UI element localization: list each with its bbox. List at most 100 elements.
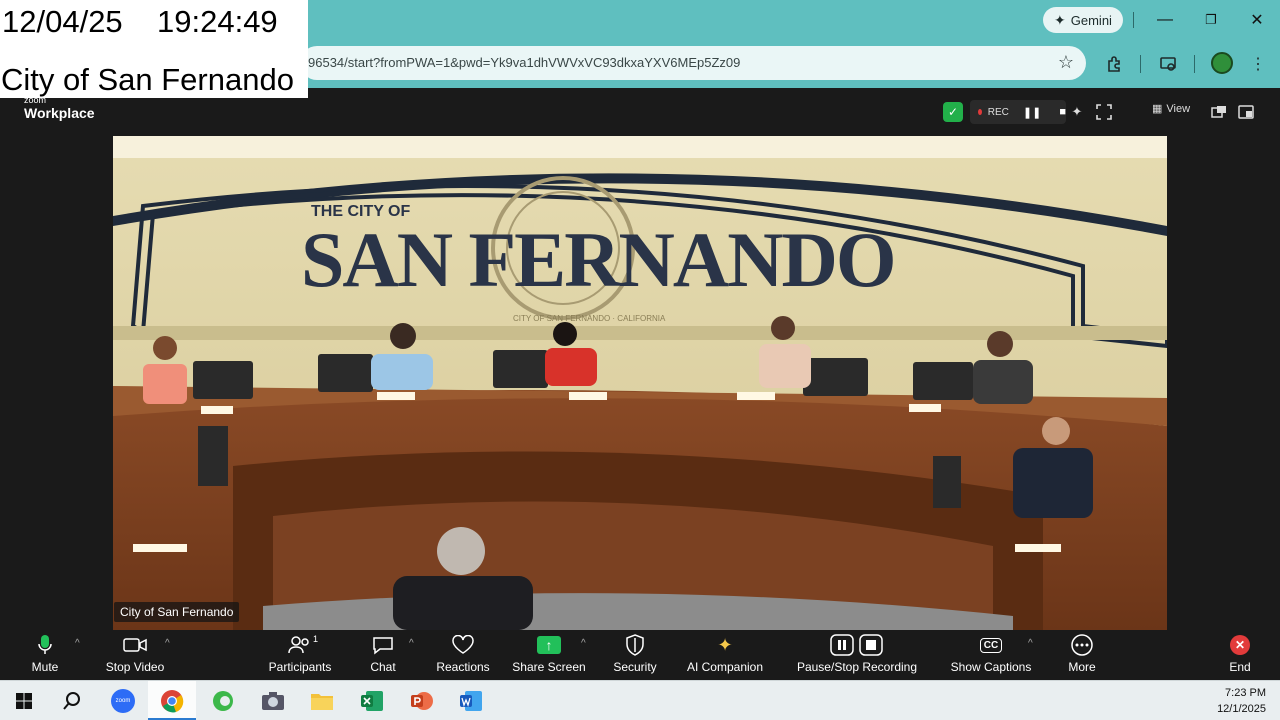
share-screen-label: Share Screen [512, 660, 586, 674]
chat-button[interactable]: Chat [368, 632, 398, 678]
video-options-chevron-icon[interactable]: ^ [165, 638, 170, 649]
chat-icon [372, 632, 394, 658]
rec-dot-icon [978, 109, 982, 115]
end-x-icon: ✕ [1230, 632, 1250, 658]
captions-options-chevron-icon[interactable]: ^ [1028, 638, 1033, 649]
gemini-button[interactable]: ✦ Gemini [1043, 7, 1123, 33]
toolbar-divider-2 [1194, 55, 1195, 73]
stop-video-button[interactable]: Stop Video [102, 632, 168, 678]
overlay-city: City of San Fernando [1, 62, 294, 97]
ai-sparkle-icon[interactable]: ✦ [1067, 102, 1087, 122]
camera-icon[interactable] [260, 688, 286, 714]
reactions-label: Reactions [436, 660, 490, 674]
show-captions-label: Show Captions [950, 660, 1032, 674]
pip-icon[interactable] [1209, 102, 1229, 122]
council-chamber-scene: THE CITY OF SAN FERNANDO CITY OF SAN FER… [113, 136, 1167, 630]
close-icon: ✕ [1250, 12, 1264, 29]
system-clock[interactable]: 7:23 PM 12/1/2025 [1217, 685, 1266, 717]
heart-icon [451, 632, 475, 658]
security-label: Security [613, 660, 657, 674]
stop-recording-icon[interactable]: ■ [1059, 106, 1066, 118]
excel-icon[interactable] [359, 688, 385, 714]
reactions-button[interactable]: Reactions [434, 632, 492, 678]
show-captions-button[interactable]: CC Show Captions [948, 632, 1034, 678]
mute-button[interactable]: Mute [28, 632, 62, 678]
chat-label: Chat [370, 660, 396, 674]
pause-recording-icon[interactable]: ❚❚ [1023, 106, 1041, 119]
file-explorer-icon[interactable] [309, 688, 335, 714]
more-button[interactable]: More [1064, 632, 1100, 678]
gemini-label: Gemini [1070, 12, 1112, 28]
security-shield-icon [625, 632, 645, 658]
mute-label: Mute [31, 660, 59, 674]
more-dots-icon [1070, 632, 1094, 658]
microphone-icon [38, 632, 52, 658]
close-window-button[interactable]: ✕ [1237, 6, 1277, 34]
pause-stop-recording-icon [829, 632, 885, 658]
chrome-icon[interactable] [159, 688, 185, 714]
titlebar-divider [1133, 12, 1134, 28]
participant-name-label: City of San Fernando [114, 602, 240, 622]
url-text: 96534/start?fromPWA=1&pwd=Yk9va1dhVWVxVC… [308, 55, 741, 70]
captions-icon: CC [979, 632, 1003, 658]
video-feed: THE CITY OF SAN FERNANDO CITY OF SAN FER… [113, 136, 1167, 630]
zoom-window: zoom Workplace ✓ REC ❚❚ ■ ✦ ▦ View THE C… [0, 88, 1280, 680]
grid-icon: ▦ [1152, 103, 1163, 115]
ai-companion-button[interactable]: ✦ AI Companion [684, 632, 766, 678]
start-windows-icon[interactable] [11, 688, 37, 714]
extensions-icon[interactable] [1104, 53, 1126, 75]
share-options-chevron-icon[interactable]: ^ [581, 638, 586, 649]
rec-label: REC [987, 106, 1009, 118]
powerpoint-icon[interactable] [409, 688, 435, 714]
end-meeting-button[interactable]: ✕ End [1224, 632, 1256, 678]
pause-stop-recording-label: Pause/Stop Recording [796, 660, 918, 674]
view-label: View [1166, 102, 1191, 115]
gemini-star-icon: ✦ [1054, 11, 1066, 28]
recording-indicator: REC ❚❚ ■ [970, 100, 1066, 124]
participants-count: 1 [313, 634, 319, 644]
captions-badge: CC [979, 637, 1003, 653]
address-bar[interactable]: 96534/start?fromPWA=1&pwd=Yk9va1dhVWVxVC… [300, 46, 1086, 80]
end-label: End [1229, 660, 1251, 674]
toolbar-divider [1140, 55, 1141, 73]
chat-options-chevron-icon[interactable]: ^ [409, 638, 414, 649]
zoom-app-icon-text: zoom [111, 689, 135, 713]
search-icon[interactable] [59, 688, 85, 714]
encryption-shield-icon[interactable]: ✓ [943, 102, 963, 122]
bookmark-star-icon[interactable]: ☆ [1058, 52, 1074, 73]
screen: ✦ Gemini — ❐ ✕ 96534/start?fromPWA=1&pwd… [0, 0, 1280, 720]
pause-stop-recording-button[interactable]: Pause/Stop Recording [796, 632, 918, 678]
clock-time: 7:23 PM [1225, 687, 1266, 699]
edge-icon[interactable] [210, 688, 236, 714]
participants-button[interactable]: Participants [266, 632, 334, 678]
share-screen-icon: ↑ [537, 632, 561, 658]
overlay-time: 19:24:49 [157, 4, 278, 39]
overlay-date: 12/04/25 [2, 4, 123, 39]
participants-icon [288, 632, 312, 658]
zoom-app-icon[interactable]: zoom [110, 688, 136, 714]
os-taskbar: zoom 7:23 PM 12/1/2025 [0, 680, 1280, 720]
minimize-button[interactable]: — [1145, 6, 1185, 34]
ai-companion-sparkle-icon: ✦ [717, 634, 733, 655]
restore-button[interactable]: ❐ [1191, 6, 1231, 34]
share-screen-button[interactable]: ↑ Share Screen [512, 632, 586, 678]
broadcast-overlay: 12/04/25 19:24:49 City of San Fernando [0, 0, 308, 98]
ai-companion-label: AI Companion [686, 660, 764, 674]
word-icon[interactable] [458, 688, 484, 714]
kebab-menu-icon[interactable]: ⋮ [1247, 53, 1269, 75]
view-button[interactable]: ▦ View [1152, 102, 1191, 116]
more-label: More [1068, 660, 1096, 674]
minimize-icon: — [1157, 11, 1173, 28]
video-camera-icon [123, 632, 147, 658]
sign-line2: SAN FERNANDO [301, 216, 895, 303]
participants-label: Participants [268, 660, 332, 674]
fit-screen-icon[interactable] [1094, 102, 1114, 122]
profile-avatar[interactable] [1211, 52, 1233, 74]
fullscreen-icon[interactable] [1236, 102, 1256, 122]
zoom-logo: zoom Workplace [24, 96, 95, 122]
security-button[interactable]: Security [610, 632, 660, 678]
zoom-logo-workplace: Workplace [24, 105, 95, 121]
cast-icon[interactable] [1157, 53, 1179, 75]
audio-options-chevron-icon[interactable]: ^ [75, 638, 80, 649]
meeting-toolbar: Mute ^ Stop Video ^ Participants 1 Chat … [0, 630, 1280, 680]
